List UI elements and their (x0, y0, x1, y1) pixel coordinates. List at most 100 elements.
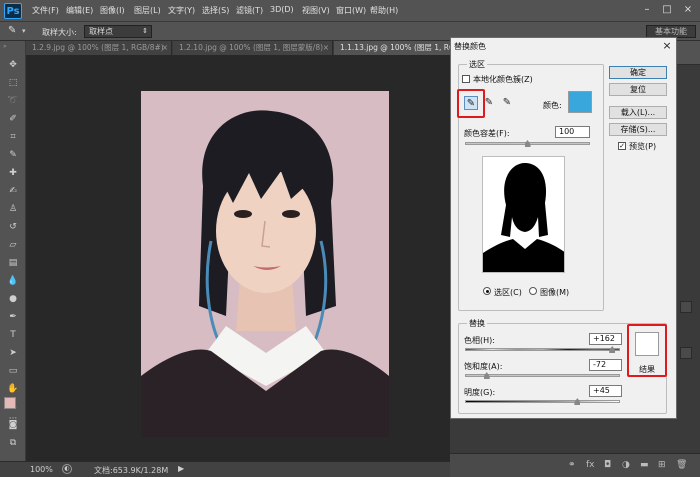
path-select-icon[interactable]: ➤ (6, 347, 20, 359)
lasso-tool-icon[interactable]: ➰ (6, 95, 20, 107)
delete-layer-icon[interactable]: 🗑 (676, 460, 687, 470)
layers-panel-footer: ⚭ fx ◘ ◑ ▬ ⊞ 🗑 (450, 453, 700, 477)
blur-tool-icon[interactable]: 💧 (6, 275, 20, 287)
dialog-close-icon[interactable]: × (659, 38, 675, 54)
sample-size-label: 取样大小: (42, 28, 77, 37)
toolbar: » ✥ ⬚ ➰ ✐ ⌗ ✎ ✚ ✍ ♙ ↺ ▱ ▤ 💧 ● ✒ T ➤ ▭ ✋ … (0, 41, 26, 461)
eyedropper-tool-icon[interactable]: ✎ (8, 25, 16, 36)
lightness-input[interactable]: +45 (589, 385, 622, 397)
replacement-group-title: 替换 (467, 318, 487, 329)
menu-help[interactable]: 帮助(H) (370, 5, 398, 16)
selection-preview (482, 156, 565, 273)
panel-scroll-down-icon[interactable] (680, 347, 692, 359)
tab-document-2[interactable]: 1.2.10.jpg @ 100% (图层 1, 图层蒙版/8) × (173, 41, 333, 55)
menu-edit[interactable]: 编辑(E) (66, 5, 93, 16)
image-radio-label: 图像(M) (540, 288, 570, 297)
selection-radio-label: 选区(C) (494, 288, 522, 297)
dialog-title: 替换颜色 (454, 42, 486, 51)
tab-close-icon[interactable]: × (323, 41, 329, 55)
portrait-illustration (141, 91, 389, 437)
fuzziness-label: 颜色容差(F): (464, 129, 510, 138)
menu-file[interactable]: 文件(F) (32, 5, 59, 16)
menu-image[interactable]: 图像(I) (100, 5, 125, 16)
eraser-tool-icon[interactable]: ▱ (6, 239, 20, 251)
selection-radio[interactable] (483, 287, 491, 295)
healing-brush-icon[interactable]: ✚ (6, 167, 20, 179)
menu-filter[interactable]: 滤镜(T) (236, 5, 263, 16)
brush-tool-icon[interactable]: ✍ (6, 185, 20, 197)
sample-size-select[interactable]: 取样点 ⇕ (84, 25, 152, 38)
hue-label: 色相(H): (464, 336, 495, 345)
tab-document-3[interactable]: 1.1.13.jpg @ 100% (图层 1, RGB/8) (334, 41, 454, 55)
menu-type[interactable]: 文字(Y) (168, 5, 195, 16)
link-layers-icon[interactable]: ⚭ (568, 460, 576, 470)
eyedropper-icon[interactable]: ✎ (6, 149, 20, 161)
menu-view[interactable]: 视图(V) (302, 5, 330, 16)
saturation-label: 饱和度(A): (464, 362, 503, 371)
replace-color-dialog: 替换颜色 × 选区 本地化颜色簇(Z) ✎ ✎ ✎ 颜色: 颜色容差(F): 1… (450, 37, 677, 419)
portrait-photo[interactable] (141, 91, 389, 437)
maximize-icon[interactable]: □ (660, 4, 674, 16)
hue-slider[interactable] (465, 348, 620, 351)
sample-size-value: 取样点 (89, 27, 113, 36)
type-tool-icon[interactable]: T (6, 329, 20, 341)
selection-group-title: 选区 (467, 59, 487, 70)
status-arrow-icon[interactable]: ▶ (178, 464, 184, 473)
new-layer-icon[interactable]: ⊞ (658, 460, 666, 470)
save-button[interactable]: 存储(S)... (609, 123, 667, 136)
result-label: 结果 (639, 365, 655, 374)
pen-tool-icon[interactable]: ✒ (6, 311, 20, 323)
selection-color-swatch[interactable] (568, 91, 592, 113)
minimize-icon[interactable]: – (640, 4, 654, 16)
layer-style-icon[interactable]: fx (586, 460, 595, 470)
image-radio[interactable] (529, 287, 537, 295)
move-tool-icon[interactable]: ✥ (6, 59, 20, 71)
ok-button[interactable]: 确定 (609, 66, 667, 79)
screen-mode-icon[interactable]: ⧉ (6, 437, 20, 449)
menu-select[interactable]: 选择(S) (202, 5, 229, 16)
saturation-input[interactable]: -72 (589, 359, 622, 371)
panel-scroll-up-icon[interactable] (680, 301, 692, 313)
subtract-from-sample-eyedropper-icon[interactable]: ✎ (500, 96, 514, 110)
add-mask-icon[interactable]: ◘ (604, 460, 611, 470)
tab-label: 1.2.9.jpg @ 100% (图层 1, RGB/8#) (32, 43, 164, 52)
add-to-sample-eyedropper-icon[interactable]: ✎ (482, 96, 496, 110)
preview-checkbox[interactable]: ✓ (618, 142, 626, 150)
menu-bar: Ps 文件(F) 编辑(E) 图像(I) 图层(L) 文字(Y) 选择(S) 滤… (0, 0, 700, 22)
shape-tool-icon[interactable]: ▭ (6, 365, 20, 377)
tab-close-icon[interactable]: × (162, 41, 168, 55)
eyedropper-icon[interactable]: ✎ (464, 96, 478, 110)
fuzziness-input[interactable]: 100 (555, 126, 590, 138)
localized-clusters-label: 本地化颜色簇(Z) (473, 75, 533, 84)
adjustment-layer-icon[interactable]: ◑ (622, 460, 630, 470)
quick-select-tool-icon[interactable]: ✐ (6, 113, 20, 125)
color-label: 颜色: (543, 101, 562, 110)
quick-mask-icon[interactable]: ◙ (6, 419, 20, 431)
localized-clusters-checkbox[interactable] (462, 75, 470, 83)
status-menu-icon[interactable]: ◐ (62, 464, 72, 474)
menu-window[interactable]: 窗口(W) (336, 5, 366, 16)
lightness-slider[interactable] (465, 400, 620, 403)
hand-tool-icon[interactable]: ✋ (6, 383, 20, 395)
document-size: 文档:653.9K/1.28M (94, 466, 169, 475)
toolbar-collapse-icon[interactable]: » (3, 43, 7, 50)
gradient-tool-icon[interactable]: ▤ (6, 257, 20, 269)
tab-document-1[interactable]: 1.2.9.jpg @ 100% (图层 1, RGB/8#) × (26, 41, 172, 55)
crop-tool-icon[interactable]: ⌗ (6, 131, 20, 143)
tool-preset-arrow-icon[interactable]: ▾ (22, 27, 26, 35)
close-window-icon[interactable]: × (681, 4, 695, 16)
reset-button[interactable]: 复位 (609, 83, 667, 96)
hue-input[interactable]: +162 (589, 333, 622, 345)
clone-stamp-icon[interactable]: ♙ (6, 203, 20, 215)
menu-layer[interactable]: 图层(L) (134, 5, 161, 16)
load-button[interactable]: 载入(L)... (609, 106, 667, 119)
dodge-tool-icon[interactable]: ● (6, 293, 20, 305)
menu-3d[interactable]: 3D(D) (270, 5, 294, 14)
foreground-color-swatch[interactable] (4, 397, 16, 409)
result-color-swatch[interactable] (635, 332, 659, 356)
marquee-tool-icon[interactable]: ⬚ (6, 77, 20, 89)
history-brush-icon[interactable]: ↺ (6, 221, 20, 233)
zoom-level[interactable]: 100% (30, 465, 53, 474)
photoshop-logo: Ps (4, 3, 22, 19)
new-group-icon[interactable]: ▬ (640, 460, 649, 470)
